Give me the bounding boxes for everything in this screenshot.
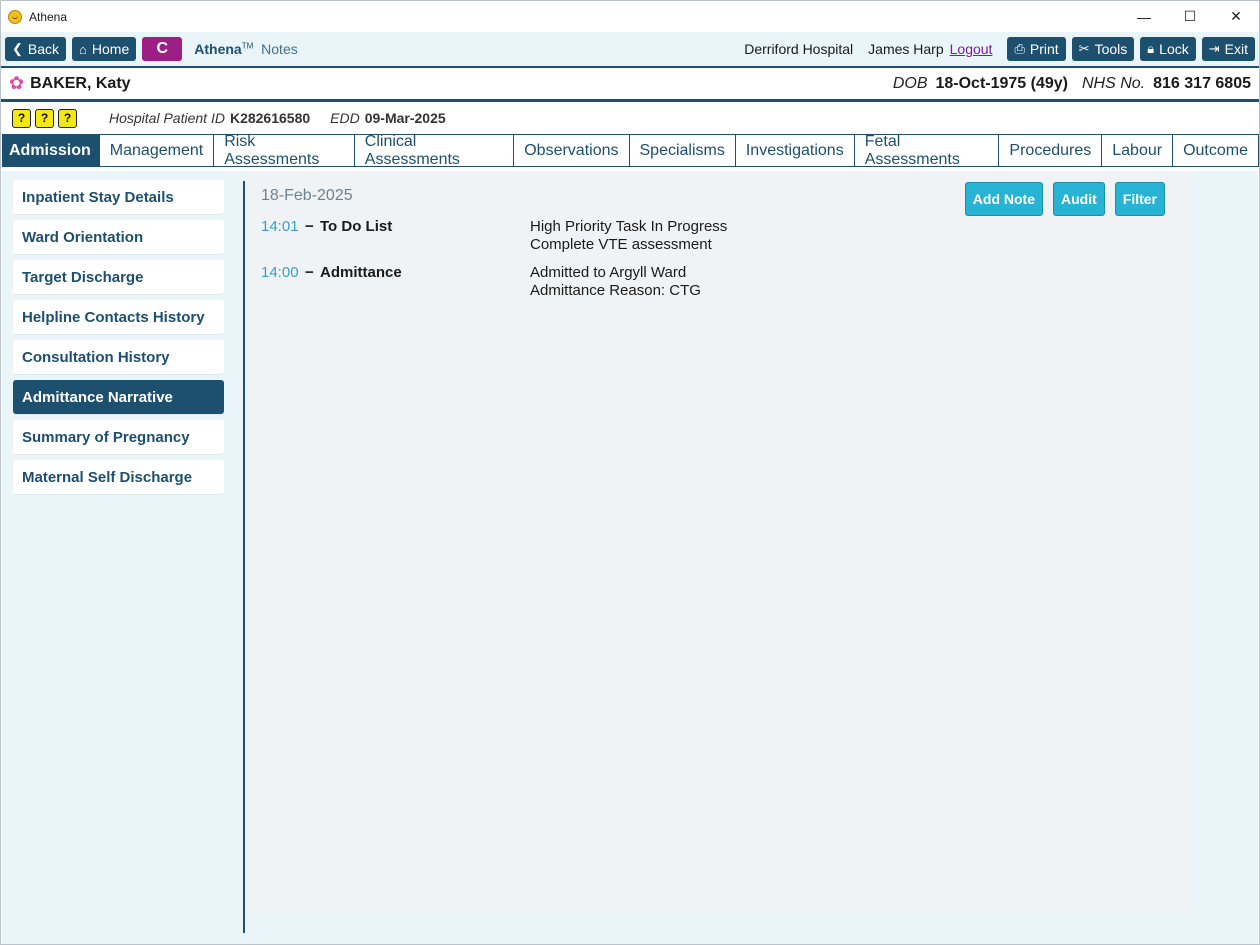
sidebar-item-ward-orientation[interactable]: Ward Orientation bbox=[13, 220, 224, 254]
toolbar: ❮ Back ⌂ Home C AthenaTM Notes Derriford… bbox=[1, 32, 1259, 68]
patient-id-row: ? ? ? Hospital Patient ID K282616580 EDD… bbox=[1, 102, 1259, 134]
edd-value: 09-Mar-2025 bbox=[364, 110, 446, 126]
home-label: Home bbox=[91, 41, 130, 57]
panel-buttons: Add Note Audit Filter bbox=[955, 182, 1165, 216]
title-bar: Athena — ☐ ✕ bbox=[1, 1, 1259, 32]
lock-label: Lock bbox=[1159, 41, 1189, 57]
sidebar-divider bbox=[243, 181, 245, 933]
tab-admission[interactable]: Admission bbox=[2, 134, 100, 167]
nhs-value: 816 317 6805 bbox=[1153, 74, 1251, 92]
sidebar-item-helpline-contacts-history[interactable]: Helpline Contacts History bbox=[13, 300, 224, 334]
tab-specialisms[interactable]: Specialisms bbox=[629, 134, 736, 167]
window-title: Athena bbox=[29, 9, 68, 24]
exit-label: Exit bbox=[1224, 41, 1248, 57]
entry-title: Admittance bbox=[320, 264, 402, 281]
tools-button[interactable]: ✂ Tools bbox=[1071, 37, 1135, 61]
c-button[interactable]: C bbox=[142, 37, 183, 61]
sidebar-item-inpatient-stay-details[interactable]: Inpatient Stay Details bbox=[13, 180, 224, 214]
tab-risk-assessments[interactable]: Risk Assessments bbox=[214, 133, 355, 168]
patient-banner: ✿ BAKER, Katy DOB 18-Oct-1975 (49y) NHS … bbox=[1, 68, 1259, 102]
lock-button[interactable]: 🔒︎ Lock bbox=[1140, 37, 1196, 61]
tab-observations[interactable]: Observations bbox=[514, 134, 630, 167]
help-icon[interactable]: ? bbox=[35, 108, 54, 128]
tab-investigations[interactable]: Investigations bbox=[735, 134, 855, 167]
entry-line: Admitted to Argyll Ward bbox=[530, 264, 687, 281]
dob-label: DOB bbox=[892, 74, 928, 92]
athena-app-icon bbox=[8, 9, 22, 24]
tab-management[interactable]: Management bbox=[99, 134, 215, 167]
sidebar: Inpatient Stay Details Ward Orientation Ta… bbox=[13, 180, 224, 500]
sidebar-item-summary-of-pregnancy[interactable]: Summary of Pregnancy bbox=[13, 420, 224, 454]
dob-value: 18-Oct-1975 (49y) bbox=[935, 74, 1068, 92]
window-controls: — ☐ ✕ bbox=[1121, 1, 1259, 32]
tab-labour[interactable]: Labour bbox=[1102, 134, 1174, 167]
entry-line: Complete VTE assessment bbox=[530, 236, 712, 253]
add-note-button[interactable]: Add Note bbox=[964, 182, 1043, 216]
print-label: Print bbox=[1029, 41, 1059, 57]
patient-name: BAKER, Katy bbox=[30, 74, 131, 92]
back-button[interactable]: ❮ Back bbox=[5, 37, 67, 61]
printer-icon: ⎙ bbox=[1014, 41, 1025, 56]
tab-outcome[interactable]: Outcome bbox=[1173, 134, 1259, 167]
home-icon: ⌂ bbox=[79, 41, 87, 57]
tools-icon: ✂ bbox=[1078, 41, 1090, 56]
content-area: Inpatient Stay Details Ward Orientation Ta… bbox=[2, 171, 1258, 944]
note-entry: 14:00 − Admittance Admitted to Argyll Wa… bbox=[261, 264, 701, 300]
brand-tm: TM bbox=[241, 41, 254, 51]
collapse-dash-icon[interactable]: − bbox=[305, 218, 320, 254]
note-entry: 14:01 − To Do List High Priority Task In… bbox=[261, 218, 727, 254]
entry-detail: Admitted to Argyll Ward Admittance Reaso… bbox=[530, 264, 701, 300]
nhs-label: NHS No. bbox=[1082, 74, 1146, 92]
hospital-name: Derriford Hospital bbox=[744, 41, 854, 57]
logout-link[interactable]: Logout bbox=[950, 41, 993, 57]
entry-time: 14:00 bbox=[261, 264, 299, 281]
help-icon[interactable]: ? bbox=[58, 108, 77, 128]
hospital-id-value: K282616580 bbox=[229, 110, 311, 126]
main-tabs: Admission Management Risk Assessments Clini… bbox=[1, 133, 1259, 168]
sidebar-item-consultation-history[interactable]: Consultation History bbox=[13, 340, 224, 374]
close-icon[interactable]: ✕ bbox=[1213, 1, 1259, 32]
print-button[interactable]: ⎙ Print bbox=[1007, 37, 1066, 61]
sidebar-item-target-discharge[interactable]: Target Discharge bbox=[13, 260, 224, 294]
narrative-panel: 18-Feb-2025 Add Note Audit Filter 14:01 … bbox=[247, 171, 1193, 913]
entry-title: To Do List bbox=[320, 218, 393, 235]
collapse-dash-icon[interactable]: − bbox=[305, 264, 320, 300]
entry-time: 14:01 bbox=[261, 218, 299, 235]
audit-button[interactable]: Audit bbox=[1053, 182, 1105, 216]
athena-window: Athena — ☐ ✕ ❮ Back ⌂ Home C AthenaTM No… bbox=[0, 0, 1260, 945]
entry-line: High Priority Task In Progress bbox=[530, 218, 728, 235]
entry-line: Admittance Reason: CTG bbox=[530, 282, 701, 299]
tab-procedures[interactable]: Procedures bbox=[999, 134, 1103, 167]
chevron-left-icon: ❮ bbox=[12, 41, 23, 56]
app-brand: AthenaTM Notes bbox=[194, 41, 297, 57]
user-name: James Harp bbox=[868, 41, 944, 57]
home-button[interactable]: ⌂ Home bbox=[72, 37, 137, 61]
exit-icon: ⇥ bbox=[1208, 41, 1220, 56]
entry-detail: High Priority Task In Progress Complete … bbox=[530, 218, 727, 254]
brand-notes: Notes bbox=[261, 41, 298, 57]
sidebar-item-maternal-self-discharge[interactable]: Maternal Self Discharge bbox=[13, 460, 224, 494]
tab-clinical-assessments[interactable]: Clinical Assessments bbox=[354, 133, 515, 168]
back-label: Back bbox=[27, 41, 60, 57]
tab-fetal-assessments[interactable]: Fetal Assessments bbox=[854, 133, 1000, 168]
filter-button[interactable]: Filter bbox=[1114, 182, 1165, 216]
minimize-icon[interactable]: — bbox=[1121, 1, 1167, 32]
hospital-id-label: Hospital Patient ID bbox=[109, 110, 225, 126]
maximize-icon[interactable]: ☐ bbox=[1167, 1, 1213, 32]
brand-name: Athena bbox=[194, 41, 242, 57]
edd-label: EDD bbox=[330, 110, 360, 126]
tools-label: Tools bbox=[1094, 41, 1128, 57]
exit-button[interactable]: ⇥ Exit bbox=[1201, 37, 1255, 61]
checklist-help-icon[interactable]: ? bbox=[12, 108, 31, 128]
entry-date: 18-Feb-2025 bbox=[261, 187, 353, 204]
flower-icon: ✿ bbox=[9, 73, 25, 93]
sidebar-item-admittance-narrative[interactable]: Admittance Narrative bbox=[13, 380, 224, 414]
lock-icon: 🔒︎ bbox=[1147, 41, 1155, 56]
